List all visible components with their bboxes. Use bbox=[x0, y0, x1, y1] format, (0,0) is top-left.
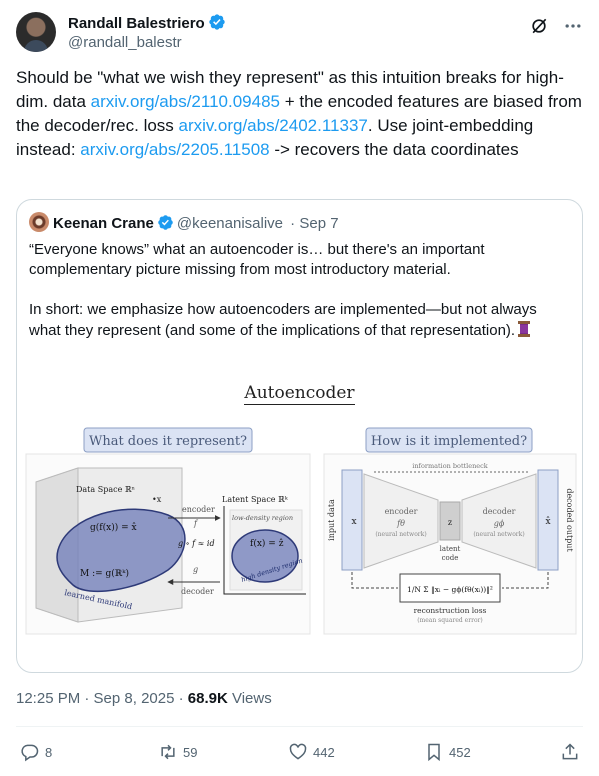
share-icon bbox=[562, 743, 578, 760]
reply-count: 8 bbox=[45, 744, 53, 760]
repost-count: 59 bbox=[183, 744, 198, 760]
grok-icon[interactable] bbox=[529, 16, 549, 36]
tweet-text: Should be "what we wish they represent" … bbox=[16, 66, 582, 162]
reply-icon bbox=[21, 744, 39, 762]
quote-separator: · bbox=[286, 215, 300, 232]
composition-label: g ∘ f ≈ id bbox=[178, 539, 215, 548]
encoder-block-label: encoder bbox=[385, 507, 418, 516]
latent-label: latent bbox=[440, 545, 461, 553]
represent-label: What does it represent? bbox=[89, 434, 247, 449]
latent-point-label: f(x) = ẑ bbox=[250, 538, 284, 549]
decoder-block-label: decoder bbox=[483, 507, 516, 516]
tweet-text-part: -> recovers the data coordinates bbox=[269, 140, 519, 159]
decoder-nn-label: (neural network) bbox=[473, 531, 524, 538]
author-avatar[interactable] bbox=[16, 12, 56, 52]
mse-label: (mean squared error) bbox=[417, 617, 483, 624]
view-count: 68.9K bbox=[187, 690, 228, 707]
data-space-label: Data Space ℝⁿ bbox=[76, 485, 135, 494]
low-density-label: low-density region bbox=[232, 514, 293, 522]
arxiv-link-2[interactable]: arxiv.org/abs/2402.11337 bbox=[179, 116, 368, 135]
quote-author-avatar bbox=[29, 212, 49, 232]
input-data-label: input data bbox=[327, 499, 336, 541]
decoder-block-symbol: gϕ bbox=[494, 519, 505, 528]
latent-space-label: Latent Space ℝᵏ bbox=[222, 495, 289, 504]
author-name-row[interactable]: Randall Balestriero bbox=[68, 13, 226, 32]
reconstruction-loss-label: reconstruction loss bbox=[414, 606, 487, 615]
verified-badge-icon bbox=[158, 215, 173, 230]
quote-author-name: Keenan Crane bbox=[53, 215, 154, 232]
tweet-timestamp[interactable]: 12:25 PM · Sep 8, 2025 · 68.9K Views bbox=[16, 690, 272, 707]
loss-formula: 1/N Σ ‖xᵢ − gϕ(fθ(xᵢ))‖² bbox=[407, 585, 493, 594]
quote-date: Sep 7 bbox=[299, 215, 339, 232]
tweet-time[interactable]: 12:25 PM · Sep 8, 2025 · bbox=[16, 690, 188, 707]
encoder-nn-label: (neural network) bbox=[375, 531, 426, 538]
divider bbox=[16, 726, 583, 727]
arxiv-link-1[interactable]: arxiv.org/abs/2110.09485 bbox=[91, 92, 280, 111]
encoder-label: encoder bbox=[182, 505, 215, 514]
decoded-output-label: decoded output bbox=[565, 488, 574, 552]
quote-author-handle: @keenanisalive bbox=[176, 215, 283, 232]
decoder-symbol: g bbox=[193, 565, 198, 574]
views-label: Views bbox=[227, 690, 272, 707]
quote-header: Keenan Crane @keenanisalive · Sep 7 bbox=[29, 212, 339, 234]
like-button[interactable]: 442 bbox=[288, 740, 335, 764]
latent-z: z bbox=[448, 518, 452, 527]
repost-icon bbox=[161, 744, 175, 760]
author-handle[interactable]: @randall_balestr bbox=[68, 34, 182, 51]
manifold-def-label: M := g(ℝᵏ) bbox=[80, 568, 129, 579]
implemented-label: How is it implemented? bbox=[371, 434, 527, 449]
x-point-label: •x bbox=[152, 495, 162, 504]
quoted-tweet[interactable]: Keenan Crane @keenanisalive · Sep 7 “Ever… bbox=[16, 199, 583, 673]
more-icon[interactable] bbox=[563, 16, 583, 36]
quote-text: “Everyone knows” what an autoencoder is…… bbox=[29, 240, 569, 341]
share-button[interactable] bbox=[560, 740, 585, 764]
author-name[interactable]: Randall Balestriero bbox=[68, 15, 205, 32]
input-x: x bbox=[351, 517, 356, 527]
code-label: code bbox=[442, 554, 459, 562]
tweet-header: Randall Balestriero @randall_balestr bbox=[16, 10, 583, 56]
figure-svg: What does it represent? How is it implem… bbox=[25, 427, 577, 635]
thread-spool-icon bbox=[518, 321, 531, 337]
quote-paragraph-2: In short: we emphasize how autoencoders … bbox=[29, 300, 569, 341]
like-count: 442 bbox=[313, 744, 335, 760]
bookmark-icon bbox=[428, 743, 440, 762]
quote-paragraph-2-text: In short: we emphasize how autoencoders … bbox=[29, 301, 537, 339]
output-xhat: x̂ bbox=[545, 516, 550, 527]
encoder-block-symbol: fθ bbox=[396, 519, 405, 528]
autoencoder-figure[interactable]: Autoencoder What does it represent? How … bbox=[18, 350, 581, 650]
reconstruction-label: g(f(x)) = x̂ bbox=[90, 522, 137, 533]
repost-button[interactable]: 59 bbox=[158, 740, 197, 764]
bottleneck-label: information bottleneck bbox=[412, 462, 487, 470]
bookmark-count: 452 bbox=[449, 744, 471, 760]
heart-icon bbox=[289, 743, 307, 760]
quote-paragraph-1: “Everyone knows” what an autoencoder is…… bbox=[29, 241, 485, 278]
verified-badge-icon bbox=[209, 14, 225, 30]
reply-button[interactable]: 8 bbox=[20, 740, 52, 764]
arxiv-link-3[interactable]: arxiv.org/abs/2205.11508 bbox=[80, 140, 269, 159]
action-bar: 8 59 442 452 bbox=[16, 738, 583, 768]
bookmark-button[interactable]: 452 bbox=[424, 740, 471, 764]
decoder-label: decoder bbox=[181, 587, 214, 596]
